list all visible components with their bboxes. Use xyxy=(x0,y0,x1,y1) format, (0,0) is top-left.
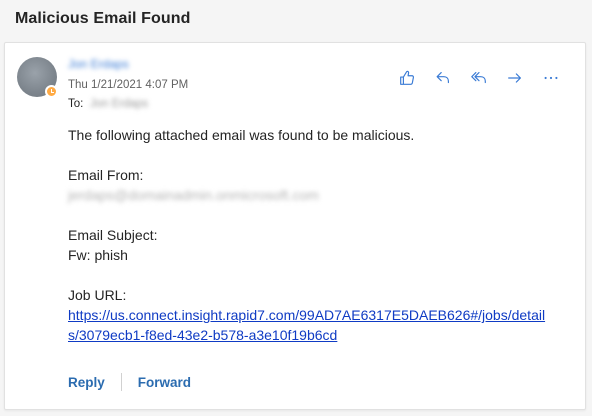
footer-divider xyxy=(120,373,122,391)
job-url-link[interactable]: https://us.connect.insight.rapid7.com/99… xyxy=(68,305,552,345)
like-button[interactable] xyxy=(395,67,419,89)
sender-name[interactable]: Jon Erdaps xyxy=(68,57,129,71)
reply-icon xyxy=(436,72,449,84)
reply-all-icon xyxy=(471,72,486,84)
subject-value: Fw: phish xyxy=(68,247,128,263)
to-recipient[interactable]: Jon Erdaps xyxy=(90,98,148,110)
job-url-label: Job URL: xyxy=(68,287,127,303)
intro-text: The following attached email was found t… xyxy=(68,127,415,143)
thumbs-up-icon xyxy=(400,70,415,85)
message-actions xyxy=(395,67,563,89)
from-label: Email From: xyxy=(68,167,144,183)
message-footer: Reply Forward xyxy=(68,373,191,391)
reply-icon-button[interactable] xyxy=(431,67,455,89)
reply-all-button[interactable] xyxy=(467,67,491,89)
message-body: The following attached email was found t… xyxy=(68,125,558,345)
from-value: jerdaps@domainadmin.onmicrosoft.com xyxy=(68,187,319,203)
subject-label: Email Subject: xyxy=(68,227,158,243)
to-label: To: xyxy=(68,98,84,110)
more-actions-button[interactable] xyxy=(539,67,563,89)
message-date: Thu 1/21/2021 4:07 PM xyxy=(68,79,189,91)
forward-button[interactable] xyxy=(503,67,527,89)
reply-button[interactable]: Reply xyxy=(68,375,105,390)
more-icon xyxy=(544,76,558,80)
message-card: Jon Erdaps Thu 1/21/2021 4:07 PM To: Jon… xyxy=(4,42,586,410)
presence-away-icon xyxy=(45,85,58,98)
forward-icon xyxy=(508,73,521,83)
email-subject: Malicious Email Found xyxy=(15,10,191,27)
forward-footer-button[interactable]: Forward xyxy=(138,375,191,390)
